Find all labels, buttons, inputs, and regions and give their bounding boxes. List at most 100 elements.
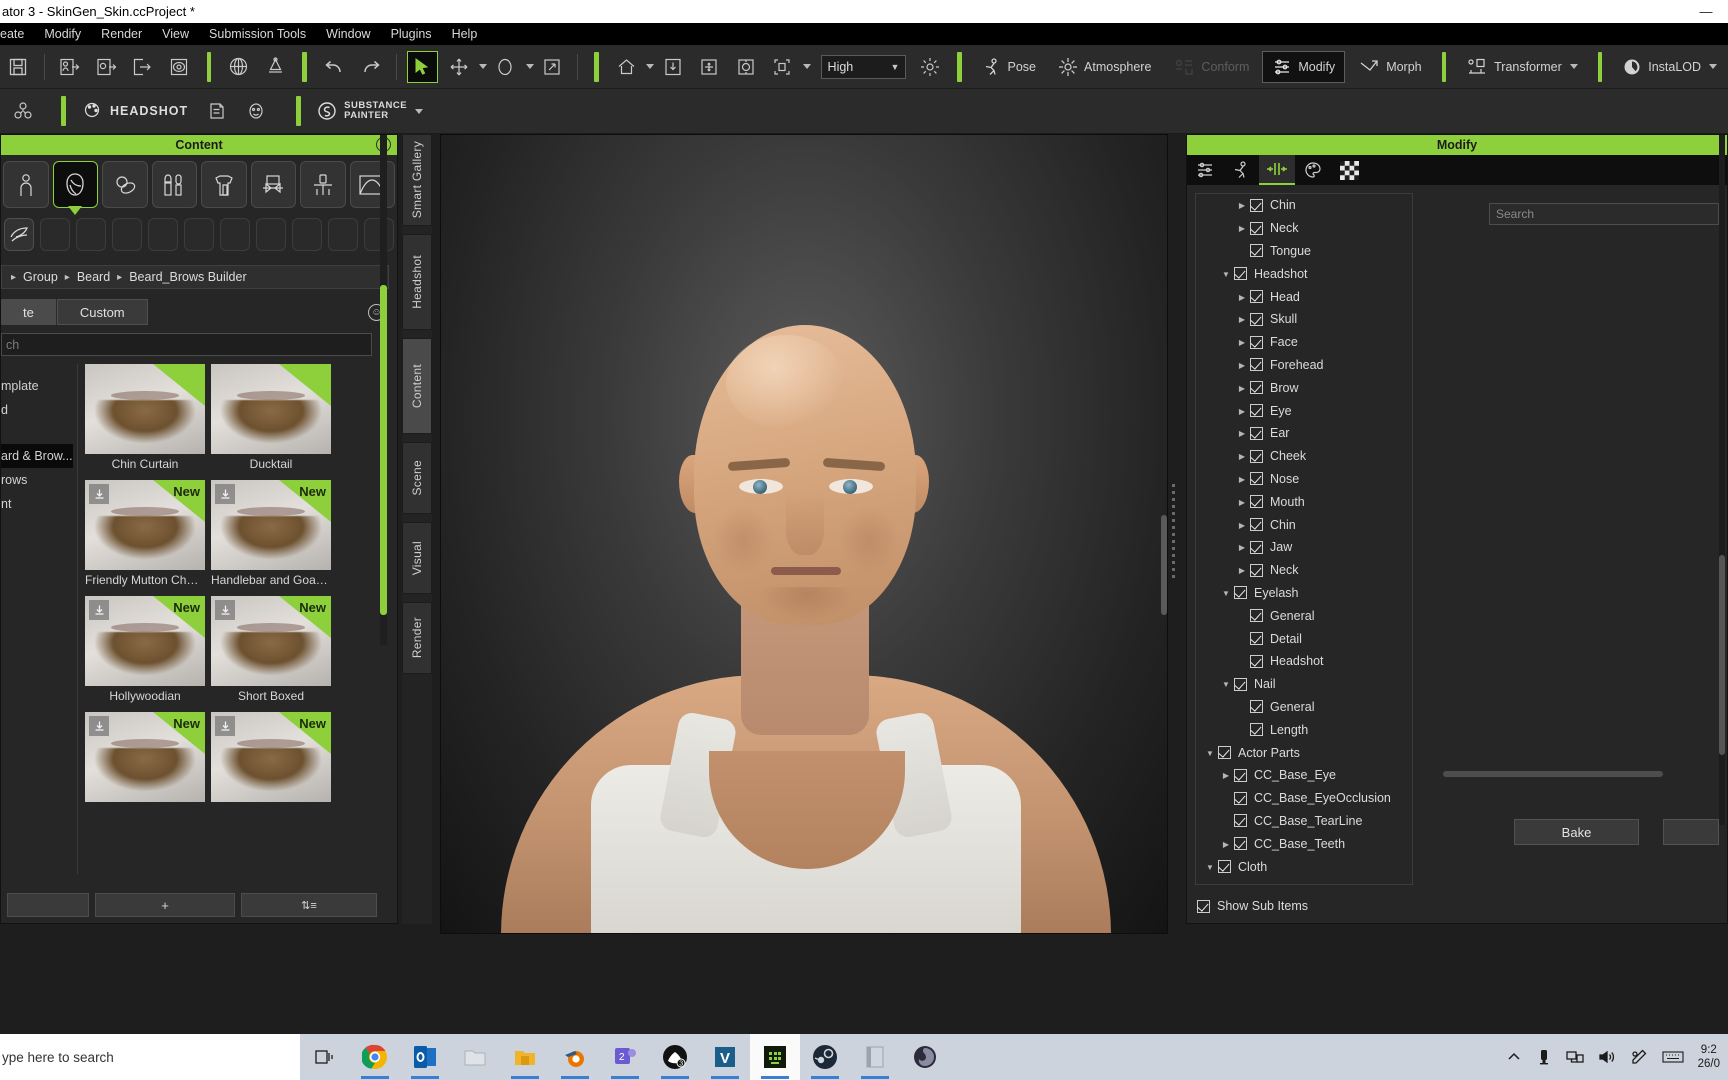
instalod-button[interactable]: InstaLOD [1613, 51, 1726, 83]
content-scrollbar[interactable] [380, 135, 387, 645]
morph-tree-item-ear[interactable]: Ear [1196, 422, 1412, 445]
menu-item-window[interactable]: Window [316, 23, 380, 45]
modify-button[interactable]: Modify [1262, 50, 1346, 83]
vegas-icon[interactable]: V [700, 1034, 750, 1080]
morph-horizontal-scrollbar[interactable] [1443, 771, 1663, 777]
morph-tree-item-forehead[interactable]: Forehead [1196, 354, 1412, 377]
home-view-dropdown-caret[interactable] [646, 64, 655, 69]
slot-3[interactable] [76, 218, 106, 251]
morph-item-checkbox[interactable] [1234, 768, 1247, 782]
chevron-down-icon[interactable] [1202, 748, 1218, 758]
morph-item-checkbox[interactable] [1250, 654, 1263, 668]
firefox-icon[interactable] [900, 1034, 950, 1080]
dock-tab-render[interactable]: Render [402, 602, 432, 674]
morph-item-checkbox[interactable] [1250, 518, 1263, 532]
show-sub-items-checkbox[interactable] [1197, 899, 1210, 913]
substance-painter-dropdown-caret[interactable] [415, 108, 424, 114]
morph-item-checkbox[interactable] [1250, 563, 1263, 577]
undo-icon[interactable] [319, 51, 350, 83]
morph-item-checkbox[interactable] [1250, 449, 1263, 463]
content-tree-item-4[interactable]: nt [1, 492, 73, 516]
morph-tab-icon[interactable] [1259, 155, 1295, 185]
morph-search-input[interactable]: Search [1489, 203, 1719, 225]
morph-item-checkbox[interactable] [1250, 632, 1263, 646]
dock-tab-headshot[interactable]: Headshot [402, 234, 432, 330]
select-tool-icon[interactable] [406, 50, 438, 83]
content-item[interactable]: New [211, 712, 331, 805]
breadcrumb-item-0[interactable]: Group [23, 270, 58, 284]
render-icon[interactable] [260, 51, 291, 83]
morph-item-checkbox[interactable] [1234, 837, 1247, 851]
tab-custom[interactable]: Custom [56, 299, 148, 325]
task-view-icon[interactable] [300, 1034, 350, 1080]
morph-tree-item-chin[interactable]: Chin [1196, 513, 1412, 536]
chevron-right-icon[interactable] [1234, 360, 1250, 370]
quality-select[interactable]: High ▼ [820, 54, 907, 79]
chevron-right-icon[interactable] [1234, 337, 1250, 347]
taskbar-search-input[interactable]: ype here to search [0, 1034, 300, 1080]
makeup-category-icon[interactable] [151, 161, 197, 208]
folder-icon[interactable] [500, 1034, 550, 1080]
chevron-right-icon[interactable] [1234, 200, 1250, 210]
morph-item-checkbox[interactable] [1218, 746, 1231, 760]
pen-icon[interactable] [1630, 1048, 1648, 1066]
show-sub-items-row[interactable]: Show Sub Items [1197, 899, 1308, 913]
morph-tree-item-nose[interactable]: Nose [1196, 468, 1412, 491]
slot-11[interactable] [364, 218, 394, 251]
slot-2[interactable] [40, 218, 70, 251]
content-item[interactable]: New Friendly Mutton Chops [85, 480, 205, 587]
transformer-dropdown-caret[interactable] [1569, 64, 1578, 69]
content-item[interactable]: Chin Curtain [85, 364, 205, 471]
morph-tree-item-cloth[interactable]: Cloth [1196, 855, 1412, 878]
atmosphere-button[interactable]: Atmosphere [1049, 51, 1160, 83]
morph-item-checkbox[interactable] [1250, 381, 1263, 395]
morph-tree-item-cheek[interactable]: Cheek [1196, 445, 1412, 468]
panel-splitter-handle[interactable] [1172, 480, 1178, 600]
export-icon[interactable] [128, 51, 159, 83]
chevron-right-icon[interactable] [1234, 383, 1250, 393]
attribute-tab-icon[interactable] [1187, 155, 1223, 185]
morph-item-checkbox[interactable] [1250, 472, 1263, 486]
chevron-right-icon[interactable] [1234, 474, 1250, 484]
dock-tab-content[interactable]: Content [402, 338, 432, 434]
morph-item-checkbox[interactable] [1234, 677, 1247, 691]
sort-items-button[interactable]: ⇅≡ [241, 893, 377, 917]
morph-item-checkbox[interactable] [1250, 358, 1263, 372]
home-view-icon[interactable] [611, 51, 642, 83]
morph-item-checkbox[interactable] [1218, 860, 1231, 873]
content-item[interactable]: New Short Boxed [211, 596, 331, 703]
morph-item-checkbox[interactable] [1234, 267, 1247, 281]
network-icon[interactable] [1565, 1049, 1584, 1065]
content-tree-item-2[interactable]: ard & Brow... [1, 444, 73, 468]
chevron-right-icon[interactable] [1234, 406, 1250, 416]
explorer-icon[interactable] [450, 1034, 500, 1080]
realtime-render-icon[interactable] [223, 51, 254, 83]
texture-tab-icon[interactable] [1331, 155, 1367, 185]
morph-tree-item-cc-base-eyeocclusion[interactable]: CC_Base_EyeOcclusion [1196, 787, 1412, 810]
breadcrumb-item-2[interactable]: Beard_Brows Builder [129, 270, 246, 284]
breadcrumb-item-1[interactable]: Beard [77, 270, 110, 284]
pose-button[interactable]: Pose [973, 51, 1046, 83]
morph-tree-item-head[interactable]: Head [1196, 285, 1412, 308]
usb-icon[interactable] [1536, 1048, 1552, 1066]
headshot-texture-icon[interactable] [199, 95, 233, 127]
chevron-right-icon[interactable] [1234, 451, 1250, 461]
menu-item-help[interactable]: Help [442, 23, 488, 45]
morph-tree-item-jaw[interactable]: Jaw [1196, 536, 1412, 559]
morph-item-checkbox[interactable] [1250, 700, 1263, 714]
morph-item-checkbox[interactable] [1250, 609, 1263, 623]
minimize-button[interactable]: — [1684, 0, 1728, 23]
content-tree-item-1[interactable]: d [1, 398, 73, 422]
viewport-3d[interactable] [440, 134, 1168, 934]
morph-item-checkbox[interactable] [1250, 312, 1263, 326]
chevron-right-icon[interactable] [1218, 770, 1234, 780]
transformer-button[interactable]: Transformer [1457, 51, 1587, 83]
chevron-right-icon[interactable] [1234, 565, 1250, 575]
morph-tree-scrollbar-thumb[interactable] [1719, 555, 1725, 755]
morph-tree-item-headshot[interactable]: Headshot [1196, 650, 1412, 673]
preview-icon[interactable] [164, 51, 195, 83]
headshot-plugin-button[interactable]: HEADSHOT [75, 96, 196, 126]
chevron-right-icon[interactable] [1234, 520, 1250, 530]
outlook-icon[interactable] [400, 1034, 450, 1080]
import-character-icon[interactable] [54, 51, 85, 83]
